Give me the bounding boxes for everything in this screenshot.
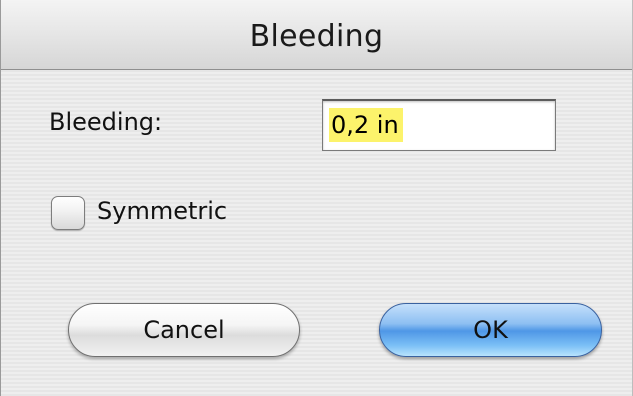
cancel-button-label: Cancel [143, 316, 225, 344]
bleeding-input-value: 0,2 in [329, 108, 403, 142]
ok-button-label: OK [473, 316, 508, 344]
dialog-title: Bleeding [249, 19, 384, 54]
title-bar[interactable]: Bleeding [1, 0, 632, 70]
bleeding-input[interactable]: 0,2 in [322, 99, 556, 151]
ok-button[interactable]: OK [379, 303, 602, 357]
cancel-button[interactable]: Cancel [68, 303, 300, 357]
symmetric-checkbox-label[interactable]: Symmetric [97, 197, 227, 225]
bleeding-label: Bleeding: [49, 108, 163, 136]
symmetric-checkbox[interactable] [51, 196, 85, 230]
bleeding-dialog: Bleeding Bleeding: 0,2 in Symmetric Canc… [0, 0, 633, 396]
